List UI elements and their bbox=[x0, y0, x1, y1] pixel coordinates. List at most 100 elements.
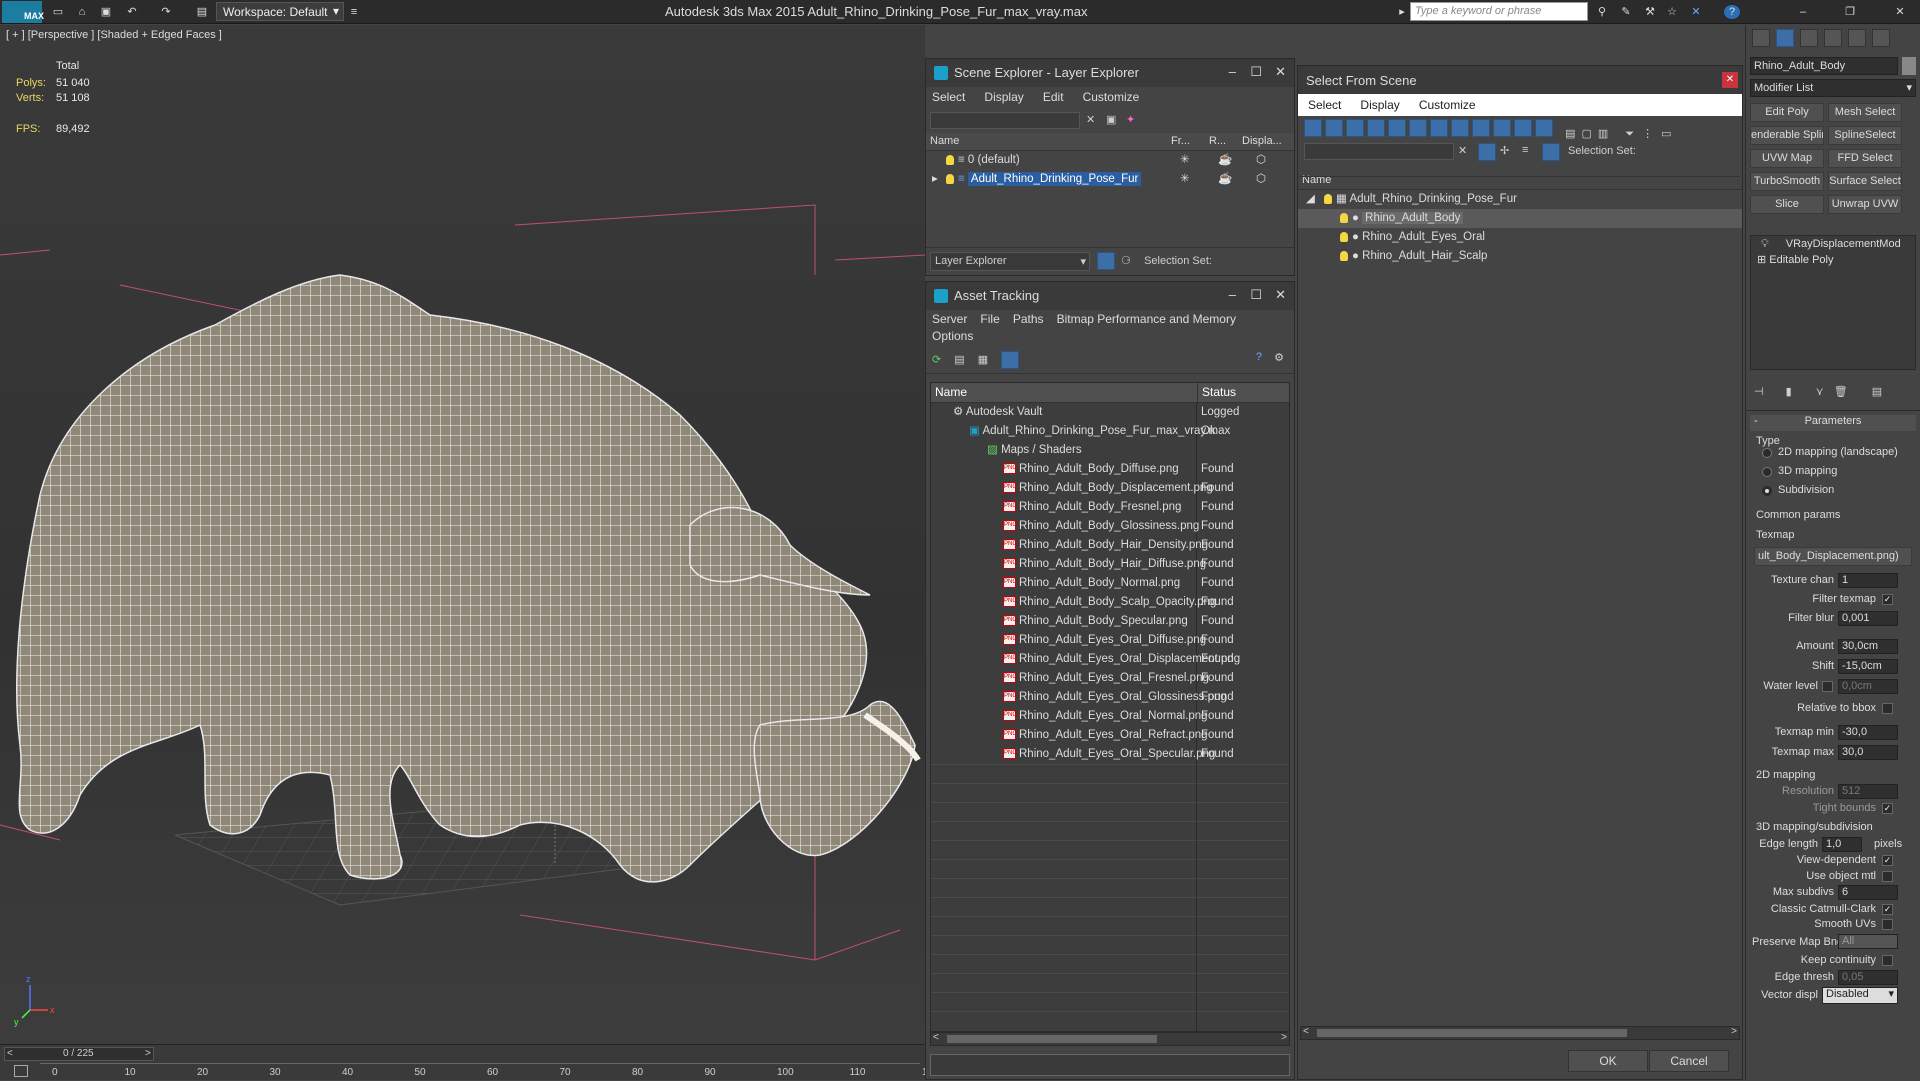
close-icon[interactable]: ✕ bbox=[1722, 72, 1738, 88]
modifier-button[interactable]: UVW Map bbox=[1750, 149, 1824, 168]
star-icon[interactable]: ☆ bbox=[1664, 5, 1680, 19]
asset-row-map[interactable]: PNG Rhino_Adult_Body_Hair_Density.png Foun… bbox=[931, 536, 1289, 555]
texmap-min-field[interactable]: -30,0 bbox=[1838, 725, 1898, 740]
next-frame-icon[interactable]: > bbox=[145, 1048, 151, 1059]
minimize-icon[interactable]: – bbox=[1795, 5, 1811, 19]
water-level-field[interactable]: 0,0cm bbox=[1838, 679, 1898, 694]
select-warps-icon[interactable] bbox=[1409, 119, 1427, 137]
collapse-icon[interactable]: - bbox=[1754, 415, 1758, 427]
time-slider[interactable]: < 0 / 225 > bbox=[4, 1047, 154, 1061]
col-status[interactable]: Status bbox=[1197, 383, 1240, 403]
col-frozen[interactable]: Fr... bbox=[1171, 135, 1190, 147]
menu-paths[interactable]: Paths bbox=[1013, 312, 1044, 326]
select-from-scene-window[interactable]: Select From Scene ✕ Select Display Custo… bbox=[1297, 65, 1743, 1080]
render-icon[interactable]: ☕ bbox=[1218, 151, 1232, 170]
stack-item-vray[interactable]: 💡︎ VRayDisplacementMod bbox=[1751, 236, 1915, 252]
pin-icon[interactable]: ✢ bbox=[1500, 144, 1509, 157]
wrench-icon[interactable]: ⚒ bbox=[1642, 5, 1658, 19]
edge-thresh-field[interactable]: 0,05 bbox=[1838, 970, 1898, 985]
preserve-map-dropdown[interactable]: All bbox=[1838, 934, 1898, 949]
settings-icon[interactable]: ⚙ bbox=[1274, 351, 1284, 364]
select-groups-icon[interactable] bbox=[1430, 119, 1448, 137]
modifier-button[interactable]: Surface Select bbox=[1828, 172, 1902, 191]
col-name[interactable]: Name bbox=[935, 385, 967, 399]
project-icon[interactable]: ▤ bbox=[194, 5, 210, 19]
use-object-mtl-checkbox[interactable] bbox=[1882, 871, 1893, 882]
texmap-button[interactable]: ult_Body_Displacement.png) bbox=[1754, 547, 1912, 566]
asset-row-map[interactable]: PNG Rhino_Adult_Body_Specular.png Found bbox=[931, 612, 1289, 631]
asset-row-map[interactable]: PNG Rhino_Adult_Eyes_Oral_Normal.png Found bbox=[931, 707, 1289, 726]
minimize-icon[interactable]: – bbox=[1229, 64, 1236, 79]
scroll-right-icon[interactable]: > bbox=[1281, 1032, 1287, 1043]
list-icon[interactable]: ▤ bbox=[954, 354, 964, 366]
tight-bounds-checkbox[interactable]: ✓ bbox=[1882, 803, 1893, 814]
scroll-thumb[interactable] bbox=[1317, 1029, 1627, 1037]
modifier-button[interactable]: TurboSmooth bbox=[1750, 172, 1824, 191]
display-icon[interactable]: ⬡ bbox=[1256, 151, 1266, 170]
x-tool-icon[interactable]: ✕ bbox=[1688, 5, 1704, 19]
radio-subdivision[interactable] bbox=[1762, 486, 1772, 496]
undo-icon[interactable]: ↶ bbox=[124, 5, 140, 19]
light-bulb-icon[interactable] bbox=[946, 173, 954, 184]
layer-row[interactable]: ≡ 0 (default) ✳ ☕ ⬡ bbox=[926, 151, 1294, 170]
select-from-scene-titlebar[interactable]: Select From Scene ✕ bbox=[1298, 66, 1742, 94]
select-xrefs-icon[interactable] bbox=[1451, 119, 1469, 137]
select-geometry-icon[interactable] bbox=[1304, 119, 1322, 137]
scroll-thumb[interactable] bbox=[947, 1035, 1157, 1043]
asset-row-map[interactable]: PNG Rhino_Adult_Body_Scalp_Opacity.png Fou… bbox=[931, 593, 1289, 612]
menu-display[interactable]: Display bbox=[984, 90, 1023, 104]
filter-icon[interactable]: ⏷ bbox=[1625, 128, 1634, 140]
clear-search-icon[interactable]: ✕ bbox=[1458, 144, 1467, 157]
asset-row-map[interactable]: PNG Rhino_Adult_Eyes_Oral_Specular.png Fou… bbox=[931, 745, 1289, 764]
light-bulb-icon[interactable] bbox=[946, 154, 954, 165]
asset-row-map[interactable]: PNG Rhino_Adult_Eyes_Oral_Fresnel.png Foun… bbox=[931, 669, 1289, 688]
modifier-button[interactable]: FFD Select bbox=[1828, 149, 1902, 168]
modifier-button[interactable]: Mesh Select bbox=[1828, 103, 1902, 122]
asset-row-vault[interactable]: ⚙ Autodesk Vault Logged bbox=[931, 403, 1289, 422]
asset-hscrollbar[interactable]: < > bbox=[930, 1032, 1290, 1046]
lightbulb-icon[interactable]: 💡︎ bbox=[1761, 238, 1772, 250]
scene-explorer-window[interactable]: Scene Explorer - Layer Explorer – ☐ ✕ Se… bbox=[925, 58, 1295, 276]
display-all-icon[interactable]: ▤ bbox=[1565, 128, 1575, 140]
light-bulb-icon[interactable] bbox=[1340, 212, 1348, 223]
relative-bbox-checkbox[interactable] bbox=[1882, 703, 1893, 714]
light-bulb-icon[interactable] bbox=[1324, 193, 1332, 204]
scene-object-row[interactable]: ● Rhino_Adult_Eyes_Oral bbox=[1298, 228, 1742, 247]
light-bulb-icon[interactable] bbox=[1340, 231, 1348, 242]
scene-object-row-selected[interactable]: ● Rhino_Adult_Body bbox=[1298, 209, 1742, 228]
layers-toggle-icon[interactable] bbox=[1097, 252, 1116, 271]
modifier-list-dropdown[interactable]: Modifier List ▾ bbox=[1750, 79, 1916, 97]
hierarchy-tab-icon[interactable] bbox=[1800, 29, 1819, 47]
asset-row-map[interactable]: PNG Rhino_Adult_Body_Normal.png Found bbox=[931, 574, 1289, 593]
scroll-right-icon[interactable]: > bbox=[1731, 1026, 1737, 1037]
asset-row-folder[interactable]: ▨ Maps / Shaders bbox=[931, 441, 1289, 460]
help-icon[interactable]: ? bbox=[1724, 5, 1740, 19]
modifier-button[interactable]: Slice bbox=[1750, 195, 1824, 214]
modifier-button[interactable]: Unwrap UVW bbox=[1828, 195, 1902, 214]
menu-options[interactable]: Options bbox=[932, 329, 973, 343]
resolution-field[interactable]: 512 bbox=[1838, 784, 1898, 799]
clear-search-icon[interactable]: ✕ bbox=[1086, 113, 1095, 126]
close-icon[interactable]: ✕ bbox=[1892, 5, 1908, 19]
create-tab-icon[interactable] bbox=[1752, 29, 1770, 47]
tools-icon[interactable]: ✎ bbox=[1618, 5, 1634, 19]
filter-texmap-checkbox[interactable]: ✓ bbox=[1882, 594, 1893, 605]
view-dependent-checkbox[interactable]: ✓ bbox=[1882, 855, 1893, 866]
select-frozen-icon[interactable] bbox=[1514, 119, 1532, 137]
binoculars-icon[interactable]: ⚲ bbox=[1594, 5, 1610, 19]
asset-list[interactable]: Name Status ⚙ Autodesk Vault Logged ▣ Ad… bbox=[930, 382, 1290, 1032]
filter-toggle-icon[interactable] bbox=[1478, 143, 1496, 161]
asset-row-map[interactable]: PNG Rhino_Adult_Eyes_Oral_Diffuse.png Foun… bbox=[931, 631, 1289, 650]
layers-icon[interactable]: ≡ bbox=[1522, 144, 1528, 156]
amount-field[interactable]: 30,0cm bbox=[1838, 639, 1898, 654]
make-unique-icon[interactable]: ⋎ bbox=[1816, 386, 1824, 398]
select-hscrollbar[interactable]: < > bbox=[1300, 1026, 1740, 1040]
parameters-rollout[interactable]: - Parameters bbox=[1750, 415, 1916, 431]
options-icon[interactable]: ▭ bbox=[1661, 128, 1671, 140]
asset-row-map[interactable]: PNG Rhino_Adult_Body_Hair_Diffuse.png Foun… bbox=[931, 555, 1289, 574]
vector-displ-dropdown[interactable]: Disabled ▾ bbox=[1822, 987, 1898, 1004]
freeze-icon[interactable]: ✳ bbox=[1180, 170, 1190, 189]
scroll-left-icon[interactable]: < bbox=[1303, 1026, 1309, 1037]
select-shapes-icon[interactable] bbox=[1325, 119, 1343, 137]
restore-icon[interactable]: ❐ bbox=[1842, 5, 1858, 19]
